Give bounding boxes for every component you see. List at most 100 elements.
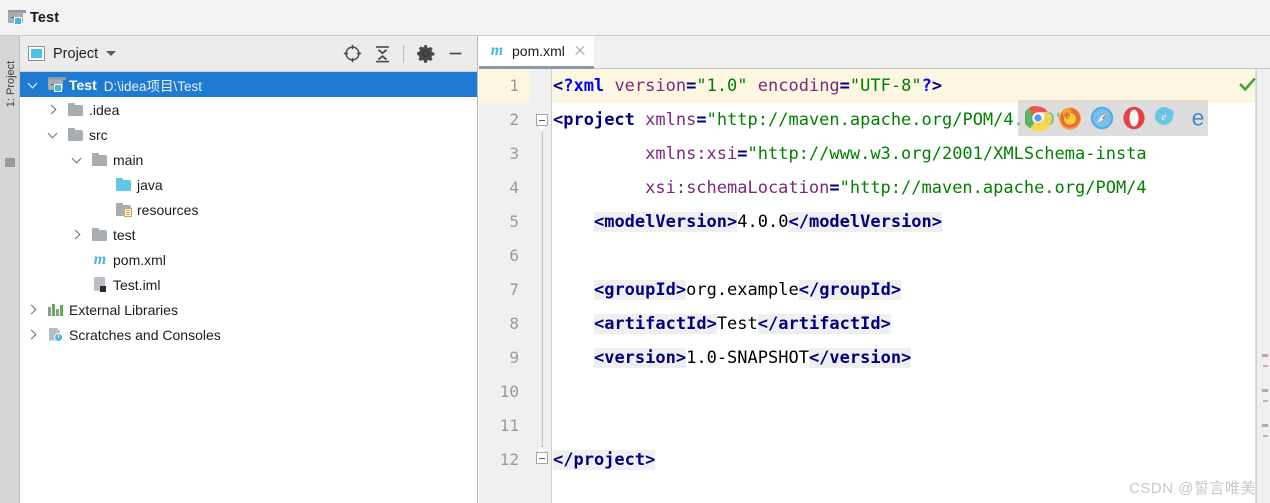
close-icon[interactable] <box>574 45 586 57</box>
watermark: CSDN @誓言唯美 <box>1129 480 1256 497</box>
tree-label: Scratches and Consoles <box>69 326 221 343</box>
folder-grey-icon <box>92 227 108 242</box>
line-content: xsi:schemaLocation="http://maven.apache.… <box>645 178 1147 198</box>
folder-grey-icon <box>68 102 84 117</box>
editor-tab-pom-xml[interactable]: m pom.xml <box>479 36 594 69</box>
code-line: 10 <box>479 375 1270 409</box>
tree-row-external-libraries[interactable]: External Libraries <box>20 297 477 322</box>
tree-row-main[interactable]: main <box>20 147 477 172</box>
line-content: <project xmlns="http://maven.apache.org/… <box>553 110 1065 130</box>
line-number: 3 <box>509 144 519 163</box>
tree-row-resources[interactable]: resources <box>20 197 477 222</box>
chevron-down-icon[interactable] <box>68 152 84 168</box>
safari-icon[interactable] <box>1089 105 1115 131</box>
line-content: <?xml version="1.0" encoding="UTF-8"?> <box>553 76 943 96</box>
scratches-icon <box>48 327 64 342</box>
code-line: 4 xsi:schemaLocation="http://maven.apach… <box>479 171 1270 205</box>
code-line: 3 xmlns:xsi="http://www.w3.org/2001/XMLS… <box>479 137 1270 171</box>
line-number: 8 <box>509 314 519 333</box>
module-folder-icon <box>8 9 26 25</box>
chevron-right-icon[interactable] <box>68 227 84 243</box>
line-number: 10 <box>499 382 519 401</box>
tree-label: .idea <box>89 101 120 118</box>
line-number: 1 <box>509 76 519 95</box>
tree-label: src <box>89 126 108 143</box>
green-check-icon[interactable] <box>1239 76 1256 93</box>
code-line: 11 <box>479 409 1270 443</box>
line-content: <groupId>org.example</groupId> <box>593 280 902 300</box>
tree-label: Test.iml <box>113 276 161 293</box>
edge-icon[interactable]: e <box>1185 105 1211 131</box>
project-tree[interactable]: Test D:\idea项目\Test .idea src main java … <box>20 72 477 502</box>
project-panel-actions <box>338 40 469 68</box>
chevron-down-icon[interactable] <box>24 77 40 93</box>
editor-tab-label: pom.xml <box>512 43 565 59</box>
inspection-gutter[interactable] <box>1256 69 1270 503</box>
window-title: Test <box>30 9 60 26</box>
collapse-all-icon[interactable] <box>368 40 396 68</box>
chevron-down-icon[interactable] <box>44 127 60 143</box>
code-line: 6 <box>479 239 1270 273</box>
chevron-right-icon[interactable] <box>24 327 40 343</box>
line-content: xmlns:xsi="http://www.w3.org/2001/XMLSch… <box>645 144 1147 164</box>
svg-text:e: e <box>1192 105 1205 131</box>
line-number: 5 <box>509 212 519 231</box>
tree-label: Test <box>69 76 97 93</box>
chrome-icon[interactable] <box>1023 105 1052 133</box>
firefox-icon[interactable] <box>1057 105 1083 131</box>
line-content: <artifactId>Test</artifactId> <box>593 314 891 334</box>
tree-label: test <box>113 226 136 243</box>
tree-row-scratches-and-consoles[interactable]: Scratches and Consoles <box>20 322 477 347</box>
chevron-right-icon[interactable] <box>24 302 40 318</box>
tree-row-src[interactable]: src <box>20 122 477 147</box>
module-folder-icon <box>48 76 66 92</box>
folder-grey-icon <box>68 127 84 142</box>
code-line: 7 <groupId>org.example</groupId> <box>479 273 1270 307</box>
chevron-down-icon[interactable] <box>106 51 117 56</box>
select-opened-file-icon[interactable] <box>338 40 366 68</box>
code-line: 5 <modelVersion>4.0.0</modelVersion> <box>479 205 1270 239</box>
editor-tab-bar: m pom.xml <box>479 36 1270 69</box>
code-line: 9 <version>1.0-SNAPSHOT</version> <box>479 341 1270 375</box>
svg-text:e: e <box>1162 111 1167 123</box>
code-line: 1 <?xml version="1.0" encoding="UTF-8"?> <box>479 69 1270 103</box>
tool-window-tab-project[interactable]: 1: Project <box>1 53 21 115</box>
tree-row-test-iml[interactable]: Test.iml <box>20 272 477 297</box>
code-fold-toggle-end[interactable] <box>536 452 548 464</box>
maven-file-icon: m <box>490 42 504 59</box>
iml-file-icon <box>92 277 108 292</box>
tree-label: main <box>113 151 144 168</box>
line-number: 2 <box>509 110 519 129</box>
minimize-icon[interactable] <box>441 40 469 68</box>
code-line: 12 </project> <box>479 443 1270 477</box>
tree-row-test[interactable]: Test D:\idea项目\Test <box>20 72 477 97</box>
tree-row-java[interactable]: java <box>20 172 477 197</box>
line-number: 9 <box>509 348 519 367</box>
internet-explorer-icon[interactable]: e <box>1153 105 1179 131</box>
project-view-icon <box>28 46 45 61</box>
maven-file-icon: m <box>93 250 107 268</box>
code-fold-line <box>541 132 543 452</box>
tree-label: resources <box>137 201 199 218</box>
folder-resources-icon <box>116 202 132 217</box>
line-number: 6 <box>509 246 519 265</box>
tree-row-pom-xml[interactable]: m pom.xml <box>20 247 477 272</box>
tree-row-test-folder[interactable]: test <box>20 222 477 247</box>
code-fold-toggle[interactable] <box>536 114 548 126</box>
line-number: 12 <box>499 450 519 469</box>
tree-sublabel: D:\idea项目\Test <box>103 78 203 94</box>
tree-row-idea[interactable]: .idea <box>20 97 477 122</box>
gear-icon[interactable] <box>411 40 439 68</box>
line-number: 11 <box>499 416 519 435</box>
tree-label: pom.xml <box>113 251 166 268</box>
left-tool-strip: 1: Project <box>0 36 20 503</box>
project-panel-header: Project <box>20 36 477 72</box>
line-number: 7 <box>509 280 519 299</box>
browser-picker-popup[interactable]: e e <box>1018 100 1208 136</box>
folder-grey-icon <box>92 152 108 167</box>
folder-sources-blue-icon <box>116 177 132 192</box>
chevron-right-icon[interactable] <box>44 102 60 118</box>
opera-icon[interactable] <box>1121 105 1147 131</box>
line-content: </project> <box>553 450 656 470</box>
tool-strip-grip <box>5 158 15 167</box>
